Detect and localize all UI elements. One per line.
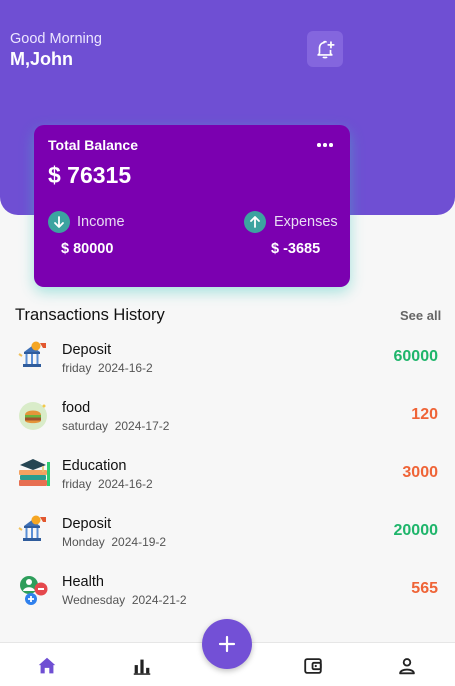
nav-profile[interactable] — [395, 654, 419, 678]
income-arrow-icon — [48, 211, 70, 233]
transaction-name: Deposit — [62, 342, 112, 358]
transaction-name: Education — [62, 458, 127, 474]
dot-icon — [323, 143, 327, 147]
transaction-date: friday 2024-16-2 — [62, 477, 153, 491]
transaction-row[interactable]: food saturday 2024-17-2 120 — [0, 394, 455, 444]
deposit-icon — [16, 340, 52, 376]
username-text: M,John — [10, 49, 73, 69]
transaction-name: Health — [62, 574, 104, 590]
see-all-link[interactable]: See all — [400, 308, 441, 323]
bell-plus-icon — [317, 40, 335, 59]
transaction-date: saturday 2024-17-2 — [62, 419, 170, 433]
transactions-title: Transactions History — [15, 306, 165, 324]
transaction-amount: 120 — [411, 406, 438, 423]
transaction-date: Wednesday 2024-21-2 — [62, 593, 187, 607]
nav-wallet[interactable] — [301, 654, 325, 678]
education-icon — [16, 456, 52, 492]
home-screen: Good Morning M,John Total Balance $ 7631… — [0, 0, 455, 686]
notification-button[interactable] — [307, 31, 343, 67]
transaction-name: food — [62, 400, 91, 416]
transaction-amount: 3000 — [402, 464, 438, 481]
home-icon — [38, 657, 56, 674]
transaction-row[interactable]: Health Wednesday 2024-21-2 565 — [0, 568, 455, 618]
transaction-name: Deposit — [62, 516, 112, 532]
transaction-row[interactable]: Education friday 2024-16-2 3000 — [0, 452, 455, 502]
plus-icon — [218, 635, 236, 653]
deposit-icon — [16, 514, 52, 550]
nav-home[interactable] — [35, 654, 59, 678]
profile-icon — [399, 658, 415, 675]
transaction-row[interactable]: Deposit Monday 2024-19-2 20000 — [0, 510, 455, 560]
expenses-label: Expenses — [274, 214, 338, 230]
income-label: Income — [77, 214, 125, 230]
nav-stats[interactable] — [130, 654, 154, 678]
add-transaction-button[interactable] — [202, 619, 252, 669]
expenses-arrow-icon — [244, 211, 266, 233]
transaction-amount: 60000 — [393, 348, 439, 365]
income-value: $ 80000 — [61, 241, 114, 257]
more-options-button[interactable] — [314, 135, 336, 155]
transaction-amount: 20000 — [393, 522, 439, 539]
balance-title: Total Balance — [48, 137, 138, 153]
stats-icon — [133, 659, 151, 675]
transaction-row[interactable]: Deposit friday 2024-16-2 60000 — [0, 336, 455, 386]
dot-icon — [329, 143, 333, 147]
health-icon — [16, 572, 52, 608]
transaction-date: friday 2024-16-2 — [62, 361, 153, 375]
expenses-value: $ -3685 — [271, 241, 321, 257]
food-icon — [16, 398, 52, 434]
greeting-text: Good Morning — [10, 31, 102, 47]
balance-amount: $ 76315 — [48, 162, 132, 188]
wallet-icon — [304, 658, 322, 674]
dot-icon — [317, 143, 321, 147]
total-balance-card: Total Balance $ 76315 Income $ 80000 Exp… — [34, 125, 350, 287]
transaction-amount: 565 — [411, 580, 438, 597]
transaction-date: Monday 2024-19-2 — [62, 535, 167, 549]
